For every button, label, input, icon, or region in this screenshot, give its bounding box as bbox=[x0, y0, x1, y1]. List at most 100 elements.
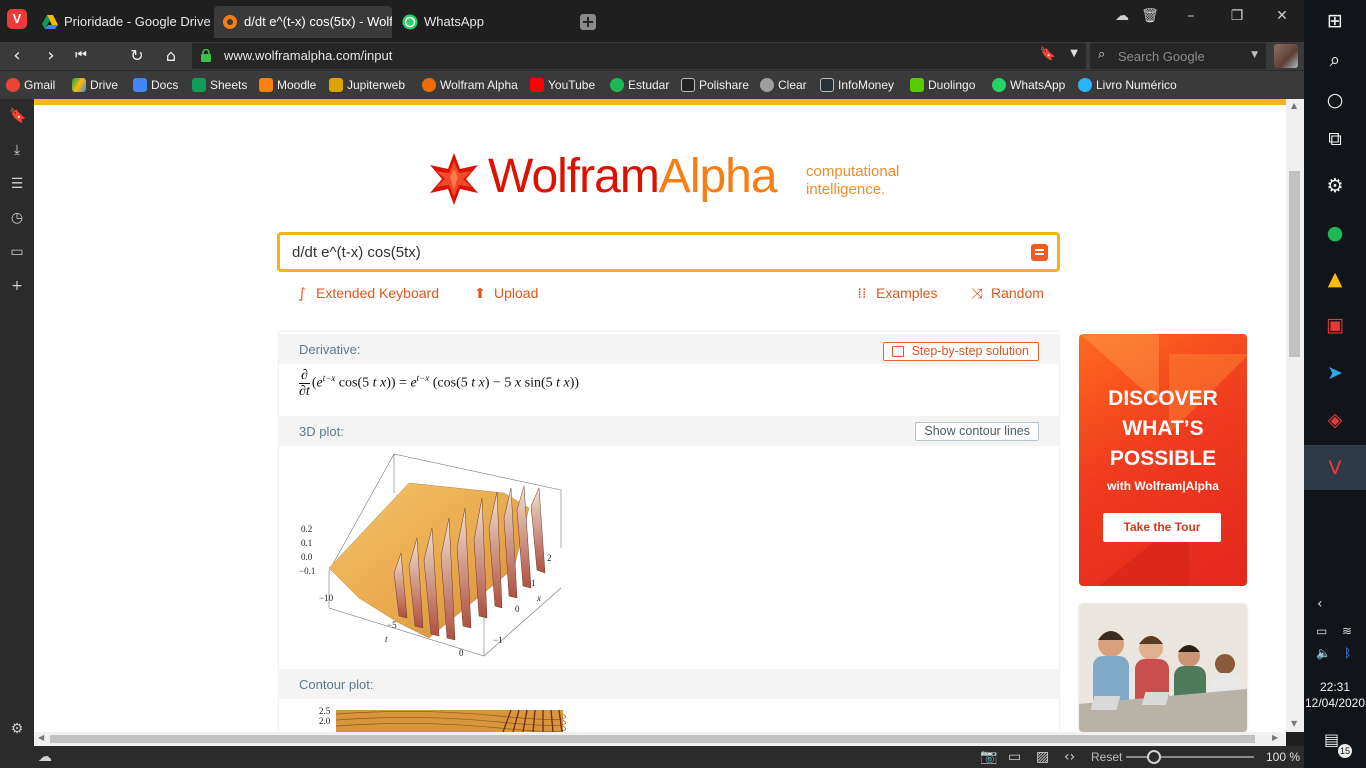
step-by-step-button[interactable]: Step-by-step solution bbox=[882, 342, 1039, 361]
zoom-slider[interactable] bbox=[1126, 756, 1254, 758]
volume-icon[interactable]: 🔈 bbox=[1316, 646, 1331, 660]
horizontal-scrollbar[interactable]: ◀ ▶ bbox=[34, 732, 1286, 746]
duolingo-icon bbox=[910, 78, 924, 92]
code-icon[interactable]: ‹› bbox=[1064, 749, 1075, 765]
vivaldi-icon[interactable]: V bbox=[1324, 457, 1346, 479]
bookmark-estudar[interactable]: Estudar bbox=[610, 77, 669, 93]
pdf-reader-icon[interactable]: ▣ bbox=[1324, 314, 1346, 336]
bookmark-sheets[interactable]: Sheets bbox=[192, 77, 247, 93]
upload-icon: ⬆ bbox=[474, 286, 486, 302]
bookmark-polishare[interactable]: Polishare bbox=[681, 77, 749, 93]
horizontal-scroll-thumb[interactable] bbox=[50, 735, 1255, 743]
profile-avatar[interactable] bbox=[1274, 44, 1298, 68]
students-photo-ad[interactable] bbox=[1079, 604, 1247, 732]
bookmark-infomoney[interactable]: InfoMoney bbox=[820, 77, 894, 93]
wifi-icon[interactable]: ≋ bbox=[1342, 624, 1352, 638]
bookmark-jupiterweb[interactable]: Jupiterweb bbox=[329, 77, 405, 93]
tab-google-drive[interactable]: Prioridade - Google Drive bbox=[34, 6, 212, 38]
students-photo bbox=[1079, 604, 1247, 732]
t-tick: −10 bbox=[319, 593, 334, 603]
google-drive-icon bbox=[42, 15, 58, 29]
scroll-up-icon[interactable]: ▲ bbox=[1291, 101, 1297, 110]
random-link[interactable]: ⤨ Random bbox=[968, 285, 1044, 302]
bookmark-wolfram-alpha[interactable]: Wolfram Alpha bbox=[422, 77, 518, 93]
address-field[interactable]: www.wolframalpha.com/input 🔖 ▼ bbox=[192, 43, 1086, 69]
vivaldi-menu-button[interactable]: V bbox=[7, 9, 27, 29]
chevron-down-icon[interactable]: ▼ bbox=[1070, 48, 1078, 59]
maximize-button[interactable]: ❐ bbox=[1225, 8, 1249, 24]
cloud-sync-icon[interactable]: ☁ bbox=[1110, 8, 1134, 24]
contour-plot[interactable]: 2.5 2.0 bbox=[299, 702, 569, 732]
settings-icon[interactable]: ⚙ bbox=[1324, 175, 1346, 197]
extended-keyboard-link[interactable]: ∫ Extended Keyboard bbox=[293, 285, 439, 302]
upload-link[interactable]: ⬆ Upload bbox=[471, 285, 538, 302]
bookmark-drive[interactable]: Drive bbox=[72, 77, 118, 93]
rewind-button[interactable]: ⏮ bbox=[70, 45, 92, 67]
contour-tick: 2.0 bbox=[319, 716, 331, 726]
search-engine-dropdown-icon[interactable]: ▼ bbox=[1251, 50, 1258, 60]
new-tab-button[interactable]: + bbox=[580, 14, 596, 30]
clock[interactable]: 22:31 12/04/2020 bbox=[1304, 679, 1366, 711]
task-view-icon[interactable]: ⧉ bbox=[1324, 128, 1346, 150]
examples-link[interactable]: ⁞⁞ Examples bbox=[853, 285, 938, 302]
clear-icon bbox=[760, 78, 774, 92]
discover-ad[interactable]: DISCOVER WHAT’S POSSIBLE with Wolfram|Al… bbox=[1079, 334, 1247, 586]
show-contour-lines-button[interactable]: Show contour lines bbox=[915, 422, 1039, 441]
compute-button[interactable] bbox=[1031, 244, 1048, 261]
google-drive-icon[interactable]: ▲ bbox=[1324, 268, 1346, 290]
bookmark-clear[interactable]: Clear bbox=[760, 77, 807, 93]
history-panel-icon[interactable]: ◷ bbox=[9, 210, 25, 226]
vertical-scrollbar[interactable]: ▲ ▼ bbox=[1286, 99, 1304, 732]
spotify-icon[interactable]: ● bbox=[1324, 222, 1346, 244]
scroll-down-icon[interactable]: ▼ bbox=[1291, 719, 1297, 728]
battery-icon[interactable]: ▭ bbox=[1316, 624, 1327, 638]
popcorn-icon[interactable]: ◈ bbox=[1324, 409, 1346, 431]
zoom-reset[interactable]: Reset bbox=[1091, 750, 1122, 764]
bookmark-duolingo[interactable]: Duolingo bbox=[910, 77, 975, 93]
url-text: www.wolframalpha.com/input bbox=[224, 48, 393, 63]
search-field[interactable]: ⌕ Search Google ▼ bbox=[1090, 43, 1266, 69]
bookmark-docs[interactable]: Docs bbox=[133, 77, 178, 93]
chevron-left-icon[interactable]: ‹ bbox=[1317, 596, 1323, 612]
action-center-icon[interactable]: ▤ bbox=[1324, 730, 1339, 749]
minimize-button[interactable]: – bbox=[1179, 8, 1203, 24]
bookmark-livro-numerico[interactable]: Livro Numérico bbox=[1078, 77, 1177, 93]
image-icon[interactable]: ▨ bbox=[1036, 749, 1049, 765]
window-panel-icon[interactable]: ▭ bbox=[9, 244, 25, 260]
reload-button[interactable]: ↻ bbox=[126, 45, 148, 67]
downloads-panel-icon[interactable]: ⤓ bbox=[9, 142, 25, 158]
bookmarks-panel-icon[interactable]: 🔖 bbox=[9, 108, 26, 124]
vertical-scroll-thumb[interactable] bbox=[1289, 171, 1300, 357]
camera-icon[interactable]: 📷 bbox=[980, 749, 997, 765]
telegram-icon[interactable]: ➤ bbox=[1324, 362, 1346, 384]
bookmark-youtube[interactable]: YouTube bbox=[530, 77, 595, 93]
add-panel-icon[interactable]: + bbox=[9, 278, 25, 294]
cloud-icon[interactable]: ☁ bbox=[38, 749, 52, 765]
settings-gear-icon[interactable]: ⚙ bbox=[9, 721, 25, 737]
bookmark-whatsapp[interactable]: WhatsApp bbox=[992, 77, 1065, 93]
forward-button[interactable]: › bbox=[40, 45, 62, 67]
wolfram-alpha-logo[interactable]: WolframAlpha computational intelligence. bbox=[426, 149, 946, 211]
tile-icon[interactable]: ▭ bbox=[1008, 749, 1021, 765]
windows-start-icon[interactable]: ⊞ bbox=[1324, 10, 1346, 32]
take-the-tour-button[interactable]: Take the Tour bbox=[1103, 513, 1221, 542]
zoom-slider-knob[interactable] bbox=[1147, 750, 1161, 764]
close-window-button[interactable]: ✕ bbox=[1270, 8, 1294, 24]
z-tick: 0.2 bbox=[301, 524, 312, 534]
bookmark-moodle[interactable]: Moodle bbox=[259, 77, 316, 93]
scroll-right-icon[interactable]: ▶ bbox=[1272, 733, 1278, 742]
query-input[interactable]: d/dt e^(t-x) cos(5tx) bbox=[277, 232, 1060, 272]
search-icon[interactable]: ⌕ bbox=[1324, 49, 1346, 71]
trash-icon[interactable]: 🗑 bbox=[1138, 8, 1162, 24]
notes-panel-icon[interactable]: ☰ bbox=[9, 176, 25, 192]
scroll-left-icon[interactable]: ◀ bbox=[38, 733, 44, 742]
bookmark-gmail[interactable]: Gmail bbox=[6, 77, 55, 93]
back-button[interactable]: ‹ bbox=[6, 45, 28, 67]
tab-wolfram-alpha[interactable]: d/dt e^(t-x) cos(5tx) - Wolfr bbox=[214, 6, 392, 38]
home-button[interactable]: ⌂ bbox=[160, 45, 182, 67]
tab-whatsapp[interactable]: WhatsApp bbox=[394, 6, 572, 38]
cortana-icon[interactable]: ○ bbox=[1324, 89, 1346, 111]
bookmark-icon[interactable]: 🔖 bbox=[1040, 47, 1056, 62]
bluetooth-icon[interactable]: ᛒ bbox=[1344, 646, 1351, 660]
3d-surface-plot[interactable]: 0.2 0.1 0.0 −0.1 −10 −5 0 t 2 1 0 −1 x bbox=[299, 448, 569, 663]
